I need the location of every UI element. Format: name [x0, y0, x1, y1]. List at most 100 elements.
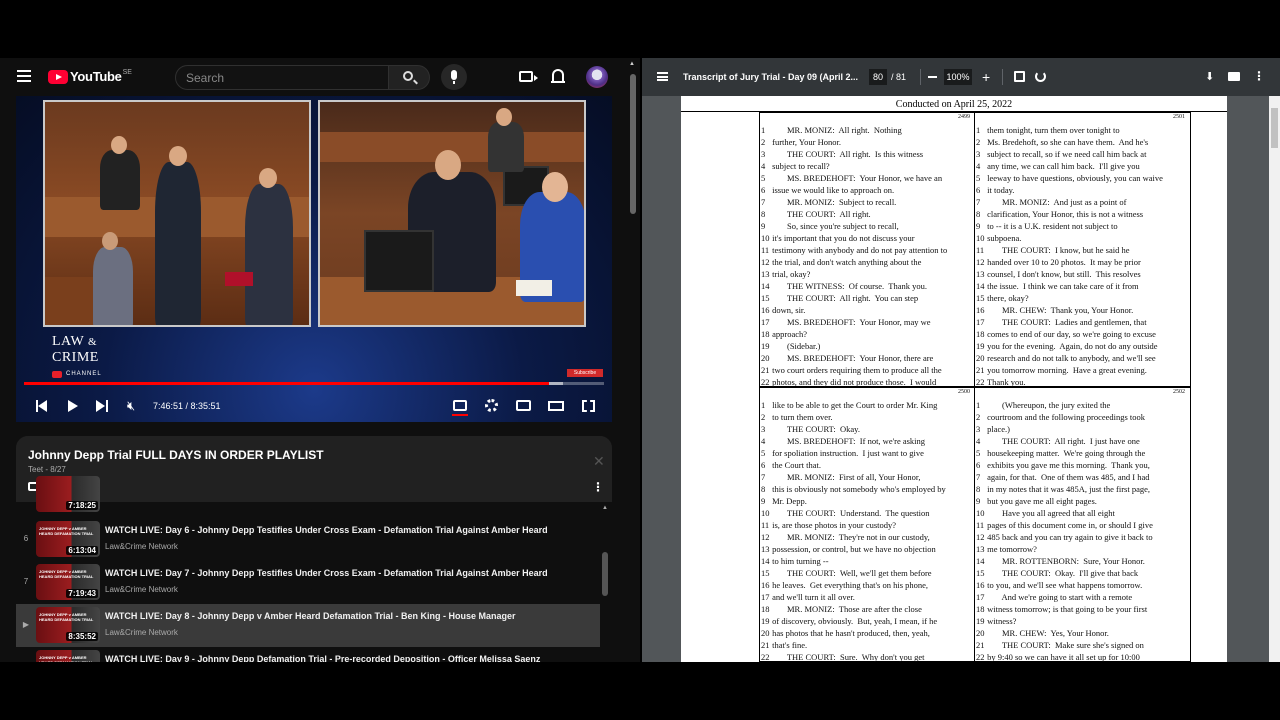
line-text: you tomorrow morning. Have a great eveni… [985, 365, 1147, 375]
line-text: (Whereupon, the jury exited the [985, 400, 1111, 410]
playlist-title[interactable]: Johnny Depp Trial FULL DAYS IN ORDER PLA… [28, 448, 324, 462]
line-text: there, okay? [985, 293, 1029, 303]
line-number: 18 [761, 329, 770, 339]
playlist-item-thumbnail[interactable]: JOHNNY DEPP v AMBER HEARD DEFAMATION TRI… [36, 650, 100, 662]
playlist-item[interactable]: 7 JOHNNY DEPP v AMBER HEARD DEFAMATION TR… [16, 561, 600, 604]
progress-bar[interactable] [24, 382, 604, 385]
youtube-window: YouTube SE Search LAW & CRIME CHANNEL Su… [0, 58, 640, 662]
previous-icon[interactable] [36, 400, 48, 412]
line-text: THE COURT: All right. Is this witness [770, 149, 924, 159]
transcript-line: 11 THE COURT: I know, but he said he [975, 244, 1191, 256]
pdf-page: Conducted on April 25, 2022 2499 1 MR. MO… [681, 96, 1227, 662]
line-text: MR. MONIZ: Subject to recall. [770, 197, 897, 207]
transcript-line: 11 is, are those photos in your custody? [760, 519, 976, 531]
search-input[interactable]: Search [175, 65, 389, 90]
miniplayer-icon[interactable] [516, 400, 531, 411]
line-text: MS. BREDEHOFT: Your Honor, may we [770, 317, 931, 327]
line-text: place.) [985, 424, 1011, 434]
youtube-play-icon [48, 69, 68, 84]
transcript-line: 22 by 9:40 so we can have it all set up … [975, 651, 1191, 662]
zoom-out-icon[interactable] [928, 76, 937, 78]
next-icon[interactable] [96, 400, 108, 412]
playlist-item-title[interactable]: WATCH LIVE: Day 6 - Johnny Depp Testifie… [105, 525, 548, 535]
notifications-bell-icon[interactable] [551, 69, 565, 83]
playlist-item[interactable]: 6 JOHNNY DEPP v AMBER HEARD DEFAMATION TR… [16, 518, 600, 561]
scroll-up-icon[interactable]: ▲ [602, 505, 608, 511]
subscribe-badge[interactable]: Subscribe [567, 369, 603, 377]
line-text: two court orders requiring them to produ… [770, 365, 942, 375]
transcript-line: 12 handed over 10 to 20 photos. It may b… [975, 256, 1191, 268]
playlist-item-channel[interactable]: Law&Crime Network [105, 585, 178, 594]
page-scrollbar[interactable] [630, 74, 636, 214]
playlist-item-thumbnail[interactable]: JOHNNY DEPP v AMBER HEARD DEFAMATION TRI… [36, 564, 100, 600]
create-video-icon[interactable] [519, 71, 538, 82]
logo-line1: LAW [52, 334, 85, 349]
line-text: he leaves. Get everything that's on his … [770, 580, 929, 590]
play-icon[interactable] [68, 400, 78, 412]
transcript-line: 10 THE COURT: Understand. The question [760, 507, 976, 519]
playlist-item-channel[interactable]: Law&Crime Network [105, 542, 178, 551]
playlist-item[interactable]: ▶ JOHNNY DEPP v AMBER HEARD DEFAMATION TR… [16, 604, 600, 647]
video-pane-right [318, 100, 586, 327]
playlist-item-title[interactable]: WATCH LIVE: Day 8 - Johnny Depp v Amber … [105, 611, 516, 621]
time-display: 7:46:51 / 8:35:51 [153, 401, 221, 411]
subtitles-active-indicator [452, 414, 468, 416]
pdf-scrollbar-thumb[interactable] [1271, 108, 1278, 148]
line-number: 7 [761, 472, 766, 482]
transcript-line: 22 photos, and they did not produce thos… [760, 376, 976, 388]
transcript-line: 10 it's important that you do not discus… [760, 232, 976, 244]
print-icon[interactable] [1228, 72, 1240, 81]
playlist-item[interactable]: JOHNNY DEPP v AMBER HEARD DEFAMATION TRI… [16, 647, 600, 662]
playlist-item-thumbnail[interactable]: JOHNNY DEPP v AMBER HEARD DEFAMATION TRI… [36, 607, 100, 643]
pdf-scrollbar[interactable] [1269, 96, 1280, 662]
subtitles-icon[interactable] [453, 400, 467, 411]
transcript-line: 10 subpoena. [975, 232, 1191, 244]
more-options-icon[interactable]: ⋮ [1253, 69, 1265, 83]
line-number: 19 [976, 616, 985, 626]
transcript-line: 12 MR. MONIZ: They're not in our custody… [760, 531, 976, 543]
youtube-logo[interactable]: YouTube SE [48, 69, 132, 84]
playlist-scrollbar[interactable] [602, 552, 608, 596]
line-number: 4 [976, 161, 981, 171]
transcript-line: 3 subject to recall, so if we need call … [975, 148, 1191, 160]
logo-country: SE [122, 69, 132, 76]
avatar[interactable] [586, 66, 608, 88]
playlist-item-channel[interactable]: Law&Crime Network [105, 628, 178, 637]
close-icon[interactable]: ✕ [593, 453, 605, 470]
mute-icon[interactable]: 🔇︎ [127, 399, 141, 413]
zoom-in-icon[interactable]: + [982, 70, 990, 84]
transcript-line: 18 MR. MONIZ: Those are after the close [760, 603, 976, 615]
line-number: 19 [761, 341, 770, 351]
rotate-icon[interactable] [1035, 71, 1046, 82]
partial-item-thumbnail[interactable]: 7:18:25 [36, 476, 100, 512]
playlist-item-thumbnail[interactable]: JOHNNY DEPP v AMBER HEARD DEFAMATION TRI… [36, 521, 100, 557]
logo-text: YouTube [70, 69, 122, 84]
transcript-page-number: 2501 [1173, 114, 1185, 120]
menu-icon[interactable] [657, 72, 668, 81]
line-number: 22 [976, 377, 985, 387]
search-button[interactable] [388, 65, 430, 90]
fullscreen-icon[interactable] [582, 400, 595, 412]
settings-gear-icon[interactable] [485, 399, 498, 412]
transcript-line: 5 MS. BREDEHOFT: Your Honor, we have an [760, 172, 976, 184]
line-text: leeway to have questions, obviously, you… [985, 173, 1163, 183]
transcript-line: 1 MR. MONIZ: All right. Nothing [760, 124, 976, 136]
line-number: 13 [976, 269, 985, 279]
page-scroll-up-icon[interactable]: ▲ [629, 61, 635, 67]
transcript-line: 19 of discovery, obviously. But, yeah, I… [760, 615, 976, 627]
playlist-item-title[interactable]: WATCH LIVE: Day 9 - Johnny Depp Defamati… [105, 654, 540, 662]
playlist-item-title[interactable]: WATCH LIVE: Day 7 - Johnny Depp Testifie… [105, 568, 548, 578]
line-text: subject to recall? [770, 161, 830, 171]
playlist-menu-icon[interactable]: ⋮ [592, 480, 604, 494]
line-text: THE COURT: All right. [770, 209, 871, 219]
fit-to-page-icon[interactable] [1014, 71, 1025, 82]
page-number-input[interactable]: 80 [869, 69, 887, 85]
line-text: possession, or control, but we have no o… [770, 544, 936, 554]
voice-search-icon[interactable] [441, 64, 467, 90]
transcript-line: 13 trial, okay? [760, 268, 976, 280]
theater-mode-icon[interactable] [548, 401, 564, 411]
zoom-input[interactable]: 100% [944, 69, 972, 85]
menu-icon[interactable] [17, 70, 31, 82]
download-icon[interactable]: ⬇ [1205, 70, 1214, 83]
video-player[interactable]: LAW & CRIME CHANNEL Subscribe 🔇︎ 7:46:51… [16, 96, 612, 422]
